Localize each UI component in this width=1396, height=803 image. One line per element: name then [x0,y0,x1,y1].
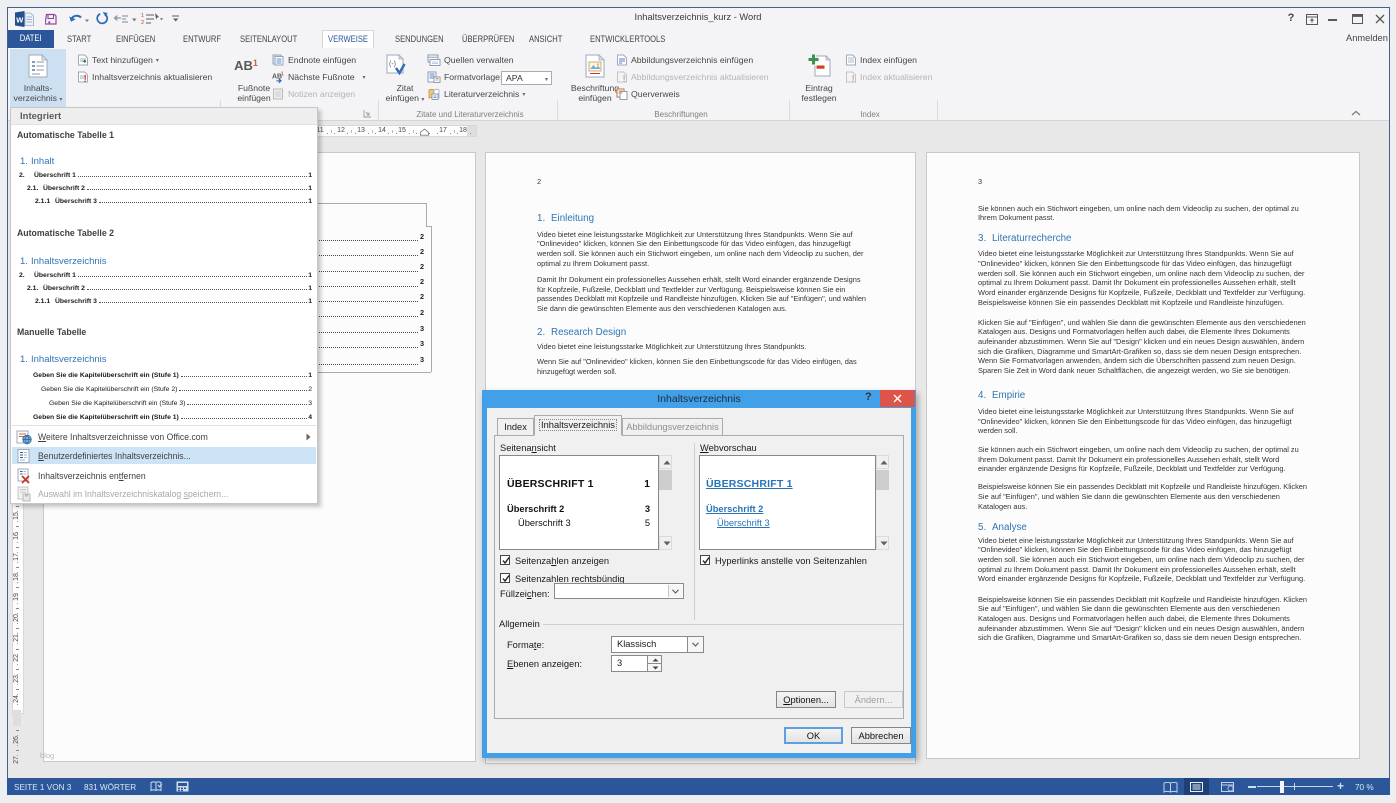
svg-text:w: w [15,15,24,25]
svg-text:1: 1 [141,13,144,19]
svg-text:!: ! [852,74,855,83]
svg-text:1: 1 [281,72,284,78]
svg-text:!: ! [84,74,87,83]
svg-text:2: 2 [141,20,144,25]
svg-text:!: ! [623,74,626,83]
svg-text:(-): (-) [389,61,396,68]
